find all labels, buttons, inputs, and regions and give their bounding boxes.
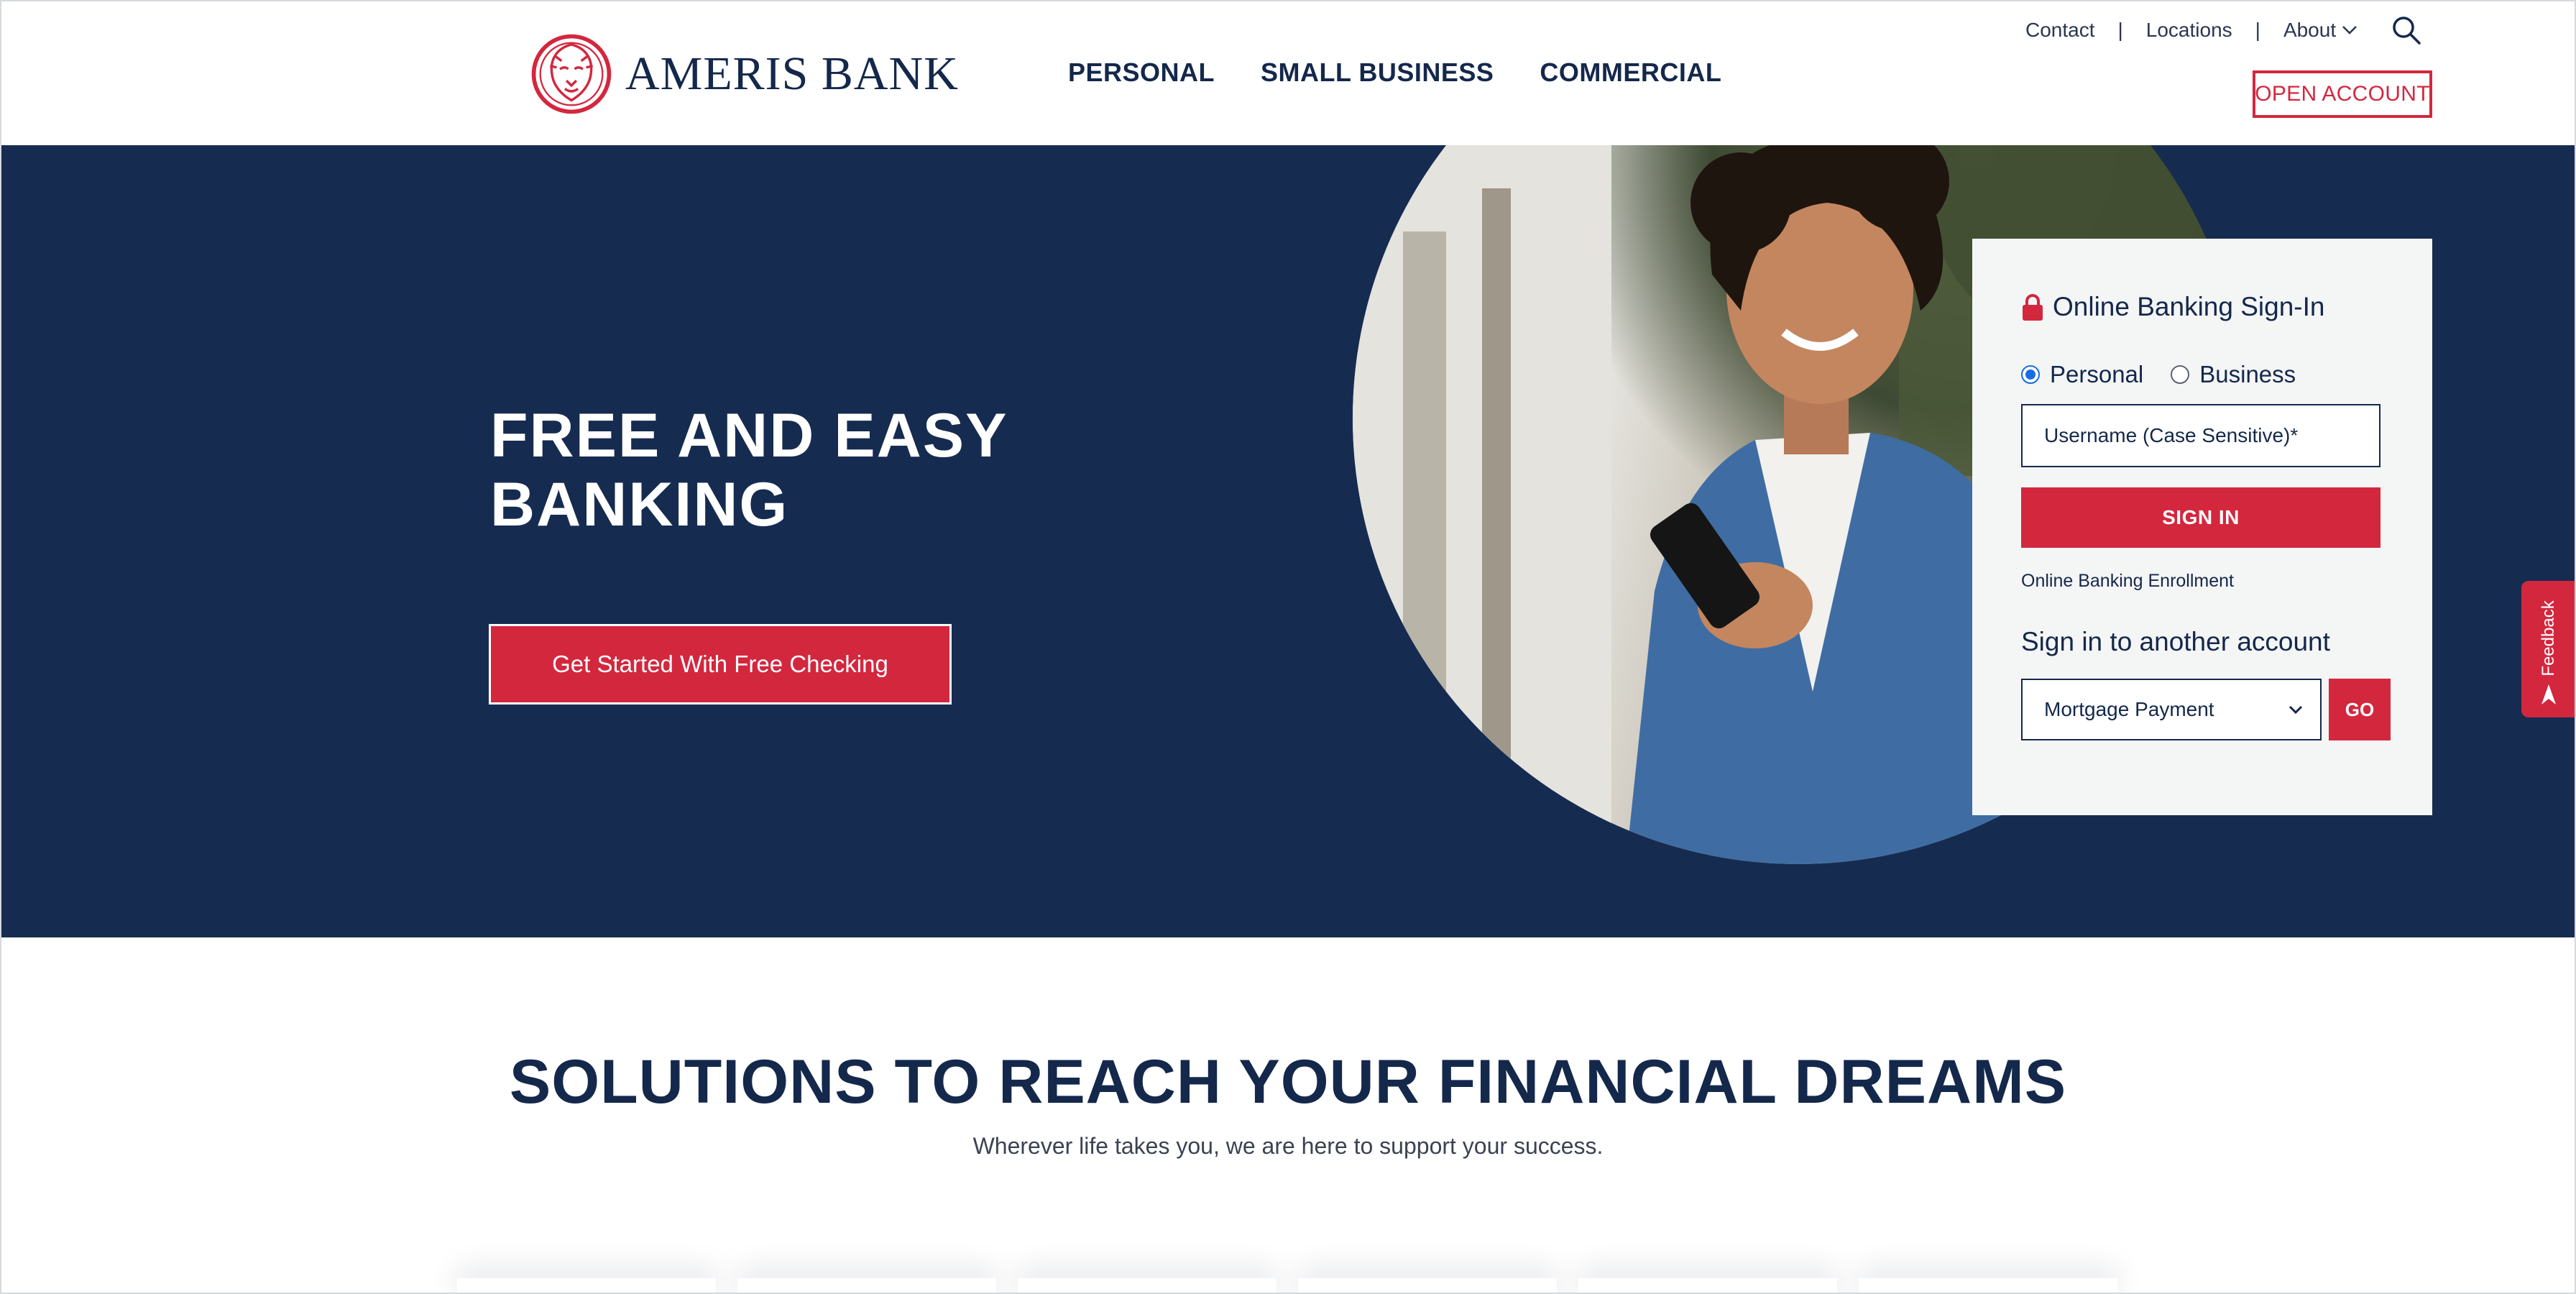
signin-card: Online Banking Sign-In Personal Business…: [1972, 239, 2432, 815]
go-button[interactable]: GO: [2329, 679, 2391, 740]
account-select[interactable]: Mortgage Payment: [2021, 679, 2322, 740]
solution-cards: [457, 1278, 2119, 1294]
site-header: AMERIS BANK PERSONAL SMALL BUSINESS COMM…: [0, 0, 2576, 145]
solutions-title: SOLUTIONS TO REACH YOUR FINANCIAL DREAMS: [509, 1047, 2067, 1116]
nav-separator: |: [2117, 19, 2123, 41]
free-checking-button[interactable]: Get Started With Free Checking: [489, 624, 952, 705]
utility-nav: Contact | Locations | About: [2025, 14, 2358, 46]
solution-card[interactable]: [457, 1278, 716, 1294]
nav-separator: |: [2255, 19, 2260, 41]
brand-name: AMERIS BANK: [625, 47, 959, 100]
enrollment-link[interactable]: Online Banking Enrollment: [2021, 571, 2234, 592]
solution-card[interactable]: [1578, 1278, 1837, 1294]
nav-commercial[interactable]: COMMERCIAL: [1540, 58, 1721, 88]
radio-business[interactable]: Business: [2171, 361, 2296, 388]
signin-heading: Online Banking Sign-In: [2021, 292, 2324, 322]
lock-icon: [2023, 294, 2043, 321]
nav-locations[interactable]: Locations: [2146, 19, 2232, 42]
main-nav: PERSONAL SMALL BUSINESS COMMERCIAL: [1068, 58, 1721, 88]
signin-title: Online Banking Sign-In: [2053, 292, 2325, 321]
nav-about[interactable]: About: [2283, 19, 2358, 42]
sign-in-button[interactable]: SIGN IN: [2021, 487, 2380, 548]
feedback-tab[interactable]: Feedback: [2521, 581, 2576, 717]
solution-card[interactable]: [1298, 1278, 1557, 1294]
feedback-icon: [2542, 684, 2556, 705]
radio-business-label: Business: [2199, 361, 2296, 387]
radio-personal[interactable]: Personal: [2021, 361, 2143, 388]
search-icon[interactable]: [2391, 14, 2422, 46]
radio-business-dot[interactable]: [2171, 365, 2190, 384]
radio-personal-label: Personal: [2050, 361, 2144, 387]
nav-small-business[interactable]: SMALL BUSINESS: [1261, 58, 1494, 88]
nav-contact[interactable]: Contact: [2025, 19, 2095, 42]
solution-card[interactable]: [1018, 1278, 1276, 1294]
chevron-down-icon: [2288, 705, 2303, 714]
nav-about-label: About: [2283, 19, 2337, 41]
username-input[interactable]: Username (Case Sensitive)*: [2021, 404, 2380, 467]
solutions-subtitle: Wherever life takes you, we are here to …: [972, 1133, 1604, 1159]
solution-card[interactable]: [737, 1278, 996, 1294]
hero-title-line-2: BANKING: [490, 470, 789, 539]
radio-personal-dot[interactable]: [2021, 365, 2040, 384]
nav-personal[interactable]: PERSONAL: [1068, 58, 1215, 88]
ameris-bank-logo[interactable]: AMERIS BANK: [530, 32, 959, 116]
solution-card[interactable]: [1859, 1278, 2117, 1294]
hero-title-line-1: FREE AND EASY: [490, 401, 1008, 470]
account-type-radios: Personal Business: [2021, 361, 2296, 388]
another-account-heading: Sign in to another account: [2021, 627, 2330, 656]
open-account-button[interactable]: OPEN ACCOUNT: [2253, 70, 2432, 118]
lion-logo-icon: [531, 34, 612, 114]
feedback-label: Feedback: [2539, 600, 2558, 676]
chevron-down-icon: [2342, 26, 2357, 35]
account-select-value: Mortgage Payment: [2044, 698, 2214, 720]
hero-title: FREE AND EASY BANKING: [490, 401, 1108, 539]
